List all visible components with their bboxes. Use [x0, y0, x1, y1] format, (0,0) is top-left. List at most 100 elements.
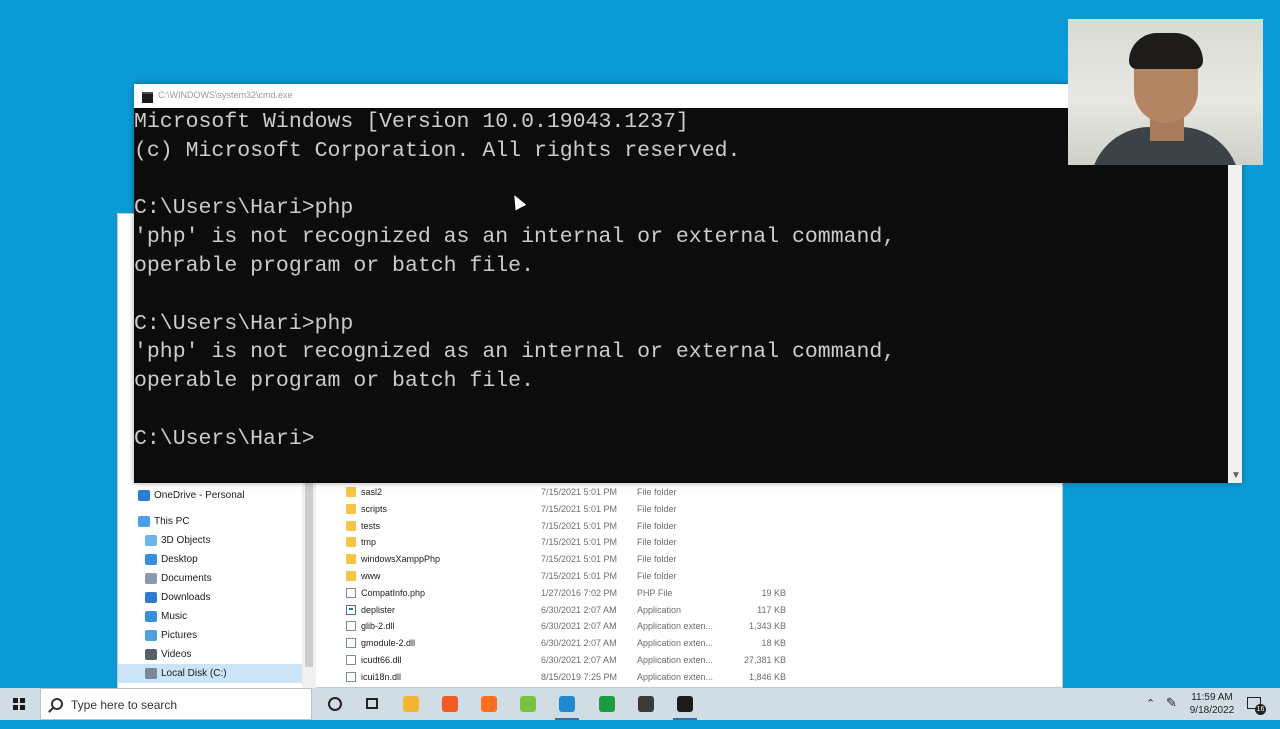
nav-item[interactable]: Pictures — [118, 626, 302, 645]
file-row[interactable]: tests 7/15/2021 5:01 PM File folder — [316, 518, 876, 535]
file-date: 6/30/2021 2:07 AM — [541, 638, 617, 649]
console-output[interactable]: Microsoft Windows [Version 10.0.19043.12… — [134, 108, 1228, 483]
windows-logo-icon — [13, 698, 25, 710]
nav-item[interactable]: Documents — [118, 569, 302, 588]
nav-item-label: OneDrive - Personal — [154, 490, 245, 501]
file-type: File folder — [637, 554, 677, 565]
nav-item-label: Pictures — [161, 630, 198, 641]
file-row[interactable]: scripts 7/15/2021 5:01 PM File folder — [316, 501, 876, 518]
console-line: C:\Users\Hari>php — [134, 311, 354, 336]
file-type: Application exten... — [637, 638, 714, 649]
taskbar-app-button[interactable] — [392, 688, 430, 720]
start-button[interactable] — [0, 688, 38, 720]
file-icon — [346, 638, 356, 649]
taskbar-clock[interactable]: 11:59 AM 9/18/2022 — [1182, 691, 1242, 717]
navigation-pane: OneDrive - Personal This PC 3D Objects Desk… — [118, 482, 303, 689]
file-type: File folder — [637, 503, 677, 514]
task-view-button[interactable] — [354, 688, 392, 720]
cortana-icon — [328, 697, 342, 711]
nav-item-label: Videos — [161, 649, 192, 660]
file-row[interactable]: windowsXamppPhp 7/15/2021 5:01 PM File fol… — [316, 551, 876, 568]
nav-item[interactable]: Desktop — [118, 550, 302, 569]
task-view-icon — [366, 698, 378, 709]
nav-item-label: This PC — [154, 516, 190, 527]
file-row[interactable]: www 7/15/2021 5:01 PM File folder — [316, 568, 876, 585]
sublime-text-icon — [481, 696, 497, 712]
file-name: gmodule-2.dll — [361, 638, 416, 649]
file-type: Application — [637, 604, 682, 615]
file-type: File folder — [637, 520, 677, 531]
file-name: tests — [361, 520, 381, 531]
file-type: File folder — [637, 571, 677, 581]
file-date: 7/15/2021 5:01 PM — [541, 520, 618, 531]
desktop-icon — [145, 554, 157, 565]
taskbar-app-button[interactable] — [470, 688, 508, 720]
taskbar-app-button[interactable] — [627, 688, 665, 720]
taskbar-app-button[interactable] — [509, 688, 547, 720]
folder-icon — [346, 571, 356, 581]
file-name: CompatInfo.php — [361, 587, 426, 598]
nav-item[interactable]: Videos — [118, 645, 302, 664]
folder-icon — [346, 520, 356, 531]
application-icon — [346, 604, 356, 615]
search-placeholder: Type here to search — [71, 698, 178, 712]
pen-workspace-icon[interactable]: ✎ — [1166, 695, 1177, 727]
file-name: deplister — [361, 604, 396, 615]
file-size: 27,381 KB — [743, 655, 786, 665]
file-name: icui18n.dll — [361, 671, 402, 682]
nav-item-label: Local Disk (C:) — [161, 668, 227, 679]
taskbar-app-button[interactable] — [588, 688, 626, 720]
show-hidden-icons-icon[interactable]: ⌃ — [1146, 697, 1155, 729]
taskbar-app-button[interactable] — [431, 688, 469, 720]
webcam-overlay — [1068, 19, 1263, 165]
taskbar-search-box[interactable]: Type here to search — [40, 688, 312, 720]
nav-item[interactable]: 3D Objects — [118, 531, 302, 550]
scroll-down-arrow-icon[interactable]: ▼ — [1231, 471, 1241, 481]
file-row[interactable]: tmp 7/15/2021 5:01 PM File folder — [316, 534, 876, 551]
file-date: 7/15/2021 5:01 PM — [541, 487, 618, 497]
music-icon — [145, 611, 157, 622]
taskbar-app-button[interactable] — [666, 688, 704, 720]
onedrive-icon — [138, 490, 150, 501]
console-line: (c) Microsoft Corporation. All rights re… — [134, 138, 741, 163]
file-name: glib-2.dll — [361, 621, 395, 632]
file-row[interactable]: icui18n.dll 8/15/2019 7:25 PM Application … — [316, 669, 876, 686]
cortana-button[interactable] — [316, 688, 354, 720]
brave-browser-icon — [442, 696, 458, 712]
folder-icon — [346, 554, 356, 565]
file-size: 18 KB — [761, 638, 786, 649]
nav-item[interactable]: OneDrive - Personal — [118, 486, 302, 505]
nav-item-label: Documents — [161, 573, 212, 584]
file-type: Application exten... — [637, 671, 714, 682]
nav-item[interactable]: This PC — [118, 512, 302, 531]
file-list: sasl2 7/15/2021 5:01 PM File folder scripts… — [316, 482, 1064, 689]
console-line: operable program or batch file. — [134, 369, 534, 394]
file-name: sasl2 — [361, 487, 383, 497]
nav-item[interactable]: Downloads — [118, 588, 302, 607]
file-row[interactable]: icudt66.dll 6/30/2021 2:07 AM Application … — [316, 652, 876, 669]
nav-item[interactable]: Local Disk (C:) — [118, 664, 302, 683]
console-line: C:\Users\Hari>php — [134, 196, 354, 221]
console-line: 'php' is not recognized as an internal o… — [134, 340, 896, 365]
navigation-scrollbar[interactable] — [302, 482, 316, 689]
nav-item[interactable]: Music — [118, 607, 302, 626]
file-explorer-icon — [403, 696, 419, 712]
console-line: 'php' is not recognized as an internal o… — [134, 225, 896, 250]
clock-time: 11:59 AM — [1191, 692, 1233, 703]
file-name: tmp — [361, 537, 377, 548]
file-date: 7/15/2021 5:01 PM — [541, 537, 618, 548]
file-row[interactable]: gmodule-2.dll 6/30/2021 2:07 AM Applicatio… — [316, 635, 876, 652]
taskbar-app-button[interactable] — [548, 688, 586, 720]
file-type: File folder — [637, 487, 677, 497]
file-icon — [346, 655, 356, 665]
file-row[interactable]: CompatInfo.php 1/27/2016 7:02 PM PHP File 1… — [316, 585, 876, 602]
file-row[interactable]: glib-2.dll 6/30/2021 2:07 AM Application e… — [316, 618, 876, 635]
file-type: Application exten... — [637, 621, 714, 632]
file-row[interactable]: sasl2 7/15/2021 5:01 PM File folder — [316, 484, 876, 501]
clock-date: 9/18/2022 — [1189, 705, 1235, 716]
file-row[interactable]: deplister 6/30/2021 2:07 AM Application 117… — [316, 602, 876, 619]
console-line: C:\Users\Hari> — [134, 426, 315, 451]
documents-icon — [145, 573, 157, 584]
